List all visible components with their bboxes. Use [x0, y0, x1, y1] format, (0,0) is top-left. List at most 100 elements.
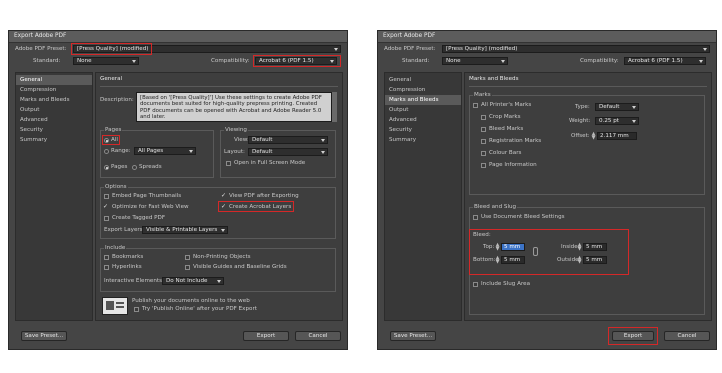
sidebar-item-marks-and-bleeds[interactable]: Marks and Bleeds — [385, 95, 461, 105]
publish-try-checkbox[interactable] — [134, 307, 139, 312]
fastweb-label: Optimize for Fast Web View — [112, 204, 189, 210]
save-preset-button[interactable]: Save Preset... — [21, 331, 67, 341]
view-label: View: — [234, 137, 249, 143]
colour-bars-checkbox[interactable] — [481, 151, 486, 156]
thumbnails-checkbox[interactable] — [104, 194, 109, 199]
layout-value: Default — [252, 149, 273, 155]
crop-marks-label: Crop Marks — [489, 114, 521, 120]
interactive-dropdown[interactable]: Do Not Include — [162, 277, 224, 285]
registration-marks-checkbox[interactable] — [481, 139, 486, 144]
standard-value: None — [446, 58, 461, 64]
preset-dropdown[interactable]: [Press Quality] (modified) — [442, 45, 710, 53]
top-field[interactable]: 5 mm — [501, 243, 525, 251]
page-info-label: Page Information — [489, 162, 537, 168]
cancel-button[interactable]: Cancel — [295, 331, 341, 341]
export-layers-dropdown[interactable]: Visible & Printable Layers — [142, 226, 228, 234]
type-label: Type: — [575, 104, 590, 110]
bottom-field[interactable]: 5 mm — [501, 256, 525, 264]
standard-label: Standard: — [33, 58, 61, 64]
standard-dropdown[interactable]: None — [442, 57, 508, 65]
divider — [100, 86, 338, 87]
standard-dropdown[interactable]: None — [73, 57, 139, 65]
publish-text: Publish your documents online to the web — [132, 298, 250, 304]
sidebar-item-general[interactable]: General — [385, 75, 461, 85]
save-preset-button[interactable]: Save Preset... — [390, 331, 436, 341]
bookmarks-checkbox[interactable] — [104, 255, 109, 260]
dialog-titlebar: Export Adobe PDF — [378, 31, 716, 43]
colour-bars-label: Colour Bars — [489, 150, 522, 156]
sidebar-item-compression[interactable]: Compression — [16, 85, 92, 95]
export-layers-label: Export Layers: — [104, 227, 145, 233]
slug-checkbox[interactable] — [473, 282, 478, 287]
export-button[interactable]: Export — [243, 331, 289, 341]
nonprinting-label: Non-Printing Objects — [193, 254, 251, 260]
chevron-down-icon — [221, 229, 225, 232]
crop-marks-checkbox[interactable] — [481, 115, 486, 120]
spreads-radio[interactable] — [132, 165, 137, 170]
bottom-stepper-icon[interactable]: ▲ ▼ — [495, 256, 500, 265]
bottom-label: Bottom: — [473, 257, 496, 263]
marks-group — [469, 95, 705, 195]
fullscreen-label: Open in Full Screen Mode — [234, 160, 306, 166]
preset-label: Adobe PDF Preset: — [384, 46, 436, 52]
outside-stepper-icon[interactable]: ▲ ▼ — [577, 256, 582, 265]
offset-stepper-icon[interactable]: ▲ ▼ — [591, 132, 596, 141]
guides-checkbox[interactable] — [185, 265, 190, 270]
offset-field[interactable]: 2.117 mm — [597, 132, 637, 140]
sidebar-item-compression[interactable]: Compression — [385, 85, 461, 95]
range-value: All Pages — [138, 148, 164, 154]
link-icon[interactable] — [533, 247, 538, 256]
fullscreen-checkbox[interactable] — [226, 161, 231, 166]
checkmark-icon[interactable]: ✓ — [221, 193, 226, 199]
sidebar-item-summary[interactable]: Summary — [385, 135, 461, 145]
bookmarks-label: Bookmarks — [112, 254, 144, 260]
range-dropdown[interactable]: All Pages — [134, 147, 196, 155]
outside-field[interactable]: 5 mm — [583, 256, 607, 264]
sidebar-item-output[interactable]: Output — [16, 105, 92, 115]
highlight-bleed — [469, 229, 629, 275]
bleed-slug-title: Bleed and Slug — [473, 204, 518, 210]
type-dropdown[interactable]: Default — [595, 103, 639, 111]
checkmark-icon[interactable]: ✓ — [103, 204, 108, 210]
sidebar-item-security[interactable]: Security — [16, 125, 92, 135]
sidebar-item-summary[interactable]: Summary — [16, 135, 92, 145]
all-marks-checkbox[interactable] — [473, 103, 478, 108]
highlight-preset — [71, 43, 152, 55]
dialog-title: Export Adobe PDF — [14, 33, 67, 39]
chevron-down-icon — [632, 106, 636, 109]
range-radio[interactable] — [104, 149, 109, 154]
inside-field[interactable]: 5 mm — [583, 243, 607, 251]
marks-and-bleeds-panel: Marks and Bleeds Marks All Printer's Mar… — [464, 72, 712, 321]
weight-dropdown[interactable]: 0.25 pt — [595, 117, 639, 125]
sidebar-item-advanced[interactable]: Advanced — [16, 115, 92, 125]
slug-label: Include Slug Area — [481, 281, 530, 287]
sidebar-item-output[interactable]: Output — [385, 105, 461, 115]
panel-title: General — [100, 76, 123, 82]
compatibility-dropdown[interactable]: Acrobat 6 (PDF 1.5) — [624, 57, 706, 65]
type-value: Default — [599, 104, 620, 110]
publish-try-label: Try 'Publish Online' after your PDF Expo… — [142, 306, 257, 312]
tagged-checkbox[interactable] — [104, 216, 109, 221]
top-stepper-icon[interactable]: ▲ ▼ — [495, 243, 500, 252]
pages-option-label: Pages — [111, 164, 128, 170]
inside-stepper-icon[interactable]: ▲ ▼ — [577, 243, 582, 252]
sidebar-item-advanced[interactable]: Advanced — [385, 115, 461, 125]
sidebar-item-general[interactable]: General — [16, 75, 92, 85]
hyperlinks-checkbox[interactable] — [104, 265, 109, 270]
description-scrollbar[interactable] — [332, 92, 337, 122]
cancel-button[interactable]: Cancel — [664, 331, 710, 341]
sidebar-item-security[interactable]: Security — [385, 125, 461, 135]
use-doc-bleed-checkbox[interactable] — [473, 215, 478, 220]
bleed-marks-checkbox[interactable] — [481, 127, 486, 132]
chevron-down-icon — [334, 48, 338, 51]
sidebar-item-marks-and-bleeds[interactable]: Marks and Bleeds — [16, 95, 92, 105]
chevron-down-icon — [699, 60, 703, 63]
standard-label: Standard: — [402, 58, 430, 64]
offset-label: Offset: — [571, 133, 590, 139]
pages-radio[interactable] — [104, 165, 109, 170]
nonprinting-checkbox[interactable] — [185, 255, 190, 260]
description-textbox[interactable]: [Based on '[Press Quality]'] Use these s… — [136, 92, 332, 122]
view-dropdown[interactable]: Default — [248, 136, 328, 144]
page-info-checkbox[interactable] — [481, 163, 486, 168]
layout-dropdown[interactable]: Default — [248, 148, 328, 156]
